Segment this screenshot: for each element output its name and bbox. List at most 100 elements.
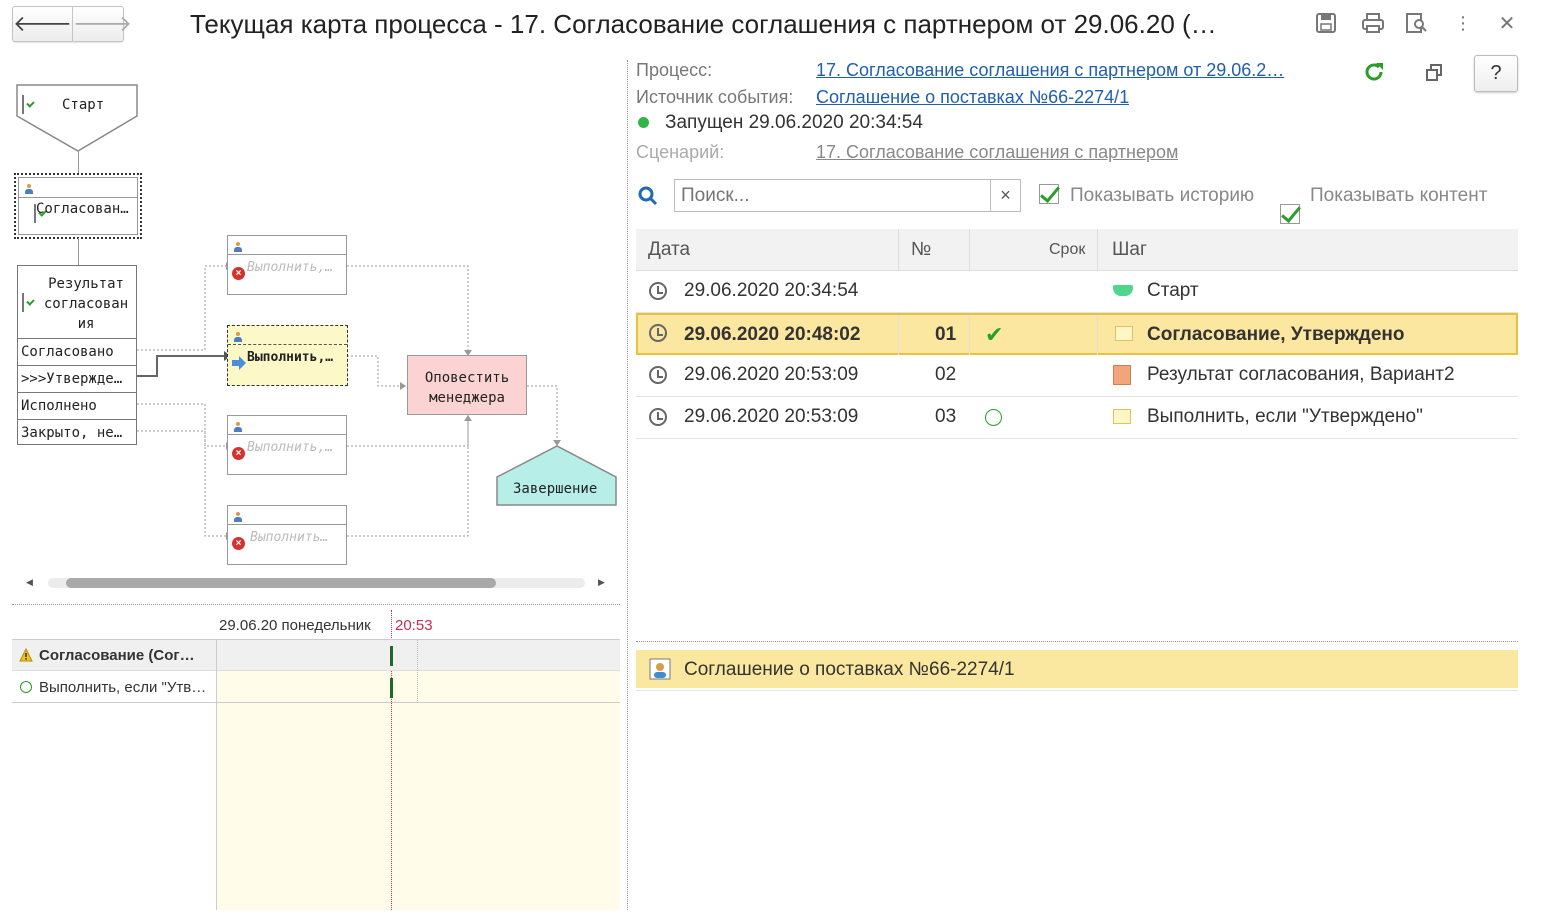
help-button[interactable]: ? — [1474, 55, 1518, 92]
row-date: 29.06.2020 20:53:09 — [684, 406, 859, 427]
scenario-label: Сценарий: — [636, 142, 725, 162]
task-c-label: Выполнить,… — [247, 440, 334, 455]
table-row[interactable]: 29.06.2020 20:53:09 02 Результат согласо… — [636, 355, 1518, 397]
row-step: Выполнить, если "Утверждено" — [1147, 406, 1423, 427]
row-date: 29.06.2020 20:34:54 — [684, 280, 859, 301]
task-node-d[interactable]: × Выполнить… — [227, 505, 347, 565]
condition-step-icon — [1113, 365, 1131, 385]
save-icon — [1316, 13, 1336, 33]
row-date: 29.06.2020 20:48:02 — [684, 324, 861, 345]
check-icon: ✔ — [985, 322, 1004, 347]
gantt-row-label: Выполнить, если "Утв… — [39, 679, 207, 696]
divider — [636, 641, 1518, 642]
refresh-icon — [1365, 63, 1383, 81]
column-step[interactable]: Шаг — [1112, 229, 1147, 271]
error-icon: × — [232, 447, 245, 460]
process-link[interactable]: 17. Согласование соглашения с партнером … — [816, 60, 1331, 81]
gantt-row[interactable]: Выполнить, если "Утв… — [12, 672, 620, 703]
task-node-c[interactable]: × Выполнить,… — [227, 415, 347, 475]
source-link[interactable]: Соглашение о поставках №66-2274/1 — [816, 87, 1129, 108]
column-date[interactable]: Дата — [648, 229, 690, 271]
window-title: Текущая карта процесса - 17. Согласовани… — [190, 9, 1217, 39]
history-icon — [649, 408, 667, 426]
row-step: Старт — [1147, 280, 1199, 301]
gantt-row[interactable]: Согласование (Сог… — [12, 640, 620, 671]
document-user-icon — [649, 658, 671, 680]
column-deadline[interactable]: Срок — [1049, 229, 1085, 271]
task-d-label: Выполнить… — [250, 530, 329, 545]
error-icon: × — [232, 267, 245, 280]
table-row-selected[interactable]: 29.06.2020 20:48:02 01 ✔ Согласование, У… — [636, 313, 1518, 355]
show-content-label[interactable]: Показывать контент — [1310, 185, 1487, 207]
content-document-label: Соглашение о поставках №66-2274/1 — [684, 659, 1015, 680]
forward-button[interactable]: 🡒 — [72, 7, 132, 41]
notify-manager-node[interactable]: Оповестить менеджера — [407, 355, 527, 415]
task-node-a[interactable]: × Выполнить,… — [227, 235, 347, 295]
task-b-label: Выполнить,… — [247, 350, 334, 365]
print-button[interactable] — [1360, 10, 1386, 36]
row-number: 02 — [935, 364, 957, 385]
end-node-label: Завершение — [513, 481, 598, 497]
preview-button[interactable] — [1404, 10, 1430, 36]
gantt-row-label: Согласование (Сог… — [39, 647, 195, 664]
arrow-left-icon: 🡐 — [13, 11, 72, 36]
user-icon — [233, 512, 243, 523]
table-row[interactable]: 29.06.2020 20:53:09 03 Выполнить, если "… — [636, 397, 1518, 439]
process-label: Процесс: — [636, 60, 713, 80]
history-icon — [649, 282, 667, 300]
divider — [12, 604, 620, 605]
history-table: Дата № Срок Шаг 29.06.2020 20:34:54 Стар… — [636, 229, 1518, 439]
gantt-bar[interactable] — [390, 678, 393, 698]
row-step: Согласование, Утверждено — [1147, 324, 1405, 345]
more-vertical-icon: ⋮ — [1454, 12, 1472, 33]
arrow-right-blue-icon — [232, 356, 246, 370]
gantt-bar[interactable] — [390, 646, 393, 666]
show-content-checkbox[interactable] — [1280, 204, 1300, 224]
printer-icon — [1362, 13, 1384, 33]
content-item[interactable]: Соглашение о поставках №66-2274/1 — [636, 650, 1518, 688]
search-input[interactable] — [674, 179, 991, 212]
gantt-time-marker: 20:53 — [395, 617, 433, 634]
scroll-right-button[interactable]: ▶ — [598, 577, 605, 588]
show-history-checkbox[interactable] — [1039, 184, 1059, 204]
end-node-shape[interactable] — [496, 445, 620, 507]
save-button[interactable] — [1313, 10, 1339, 36]
search-button[interactable] — [637, 185, 659, 212]
panel-splitter[interactable] — [627, 60, 628, 910]
running-status-icon — [638, 117, 649, 128]
row-step: Результат согласования, Вариант2 — [1147, 364, 1455, 385]
show-history-label[interactable]: Показывать историю — [1070, 185, 1254, 207]
error-icon: × — [232, 537, 245, 550]
refresh-button[interactable] — [1362, 60, 1386, 89]
notify-label-line: Оповестить — [424, 370, 510, 386]
gantt-date-header: 29.06.20 понедельник — [219, 617, 371, 634]
open-new-window-icon — [1426, 64, 1442, 81]
scroll-left-button[interactable]: ◀ — [26, 577, 33, 588]
open-window-button[interactable] — [1425, 63, 1445, 88]
gantt-chart: 29.06.20 понедельник 20:53 Согласование … — [12, 610, 620, 910]
scrollbar-thumb[interactable] — [66, 578, 496, 588]
task-step-icon — [1113, 409, 1131, 424]
history-icon — [649, 366, 667, 384]
circle-icon — [20, 681, 32, 693]
navigation-group: 🡐 🡒 — [12, 6, 132, 42]
scenario-link[interactable]: 17. Согласование соглашения с партнером — [816, 142, 1178, 163]
more-menu-button[interactable]: ⋮ — [1450, 10, 1476, 36]
horizontal-scrollbar[interactable] — [48, 578, 585, 588]
search-clear-button[interactable]: × — [990, 179, 1021, 212]
triangle-right-icon: ▶ — [598, 577, 605, 587]
print-preview-icon — [1406, 13, 1427, 33]
arrow-right-icon: 🡒 — [73, 11, 132, 36]
back-button[interactable]: 🡐 — [13, 7, 72, 41]
task-step-icon — [1115, 326, 1133, 341]
source-label: Источник события: — [636, 87, 794, 107]
close-button[interactable]: ✕ — [1494, 10, 1520, 36]
row-date: 29.06.2020 20:53:09 — [684, 364, 859, 385]
task-node-b-active[interactable]: Выполнить,… — [227, 325, 348, 386]
user-icon — [233, 422, 243, 433]
table-row[interactable]: 29.06.2020 20:34:54 Старт — [636, 271, 1518, 313]
search-icon — [638, 186, 658, 206]
task-a-label: Выполнить,… — [247, 260, 334, 275]
column-number[interactable]: № — [911, 229, 931, 271]
table-header: Дата № Срок Шаг — [636, 229, 1518, 271]
